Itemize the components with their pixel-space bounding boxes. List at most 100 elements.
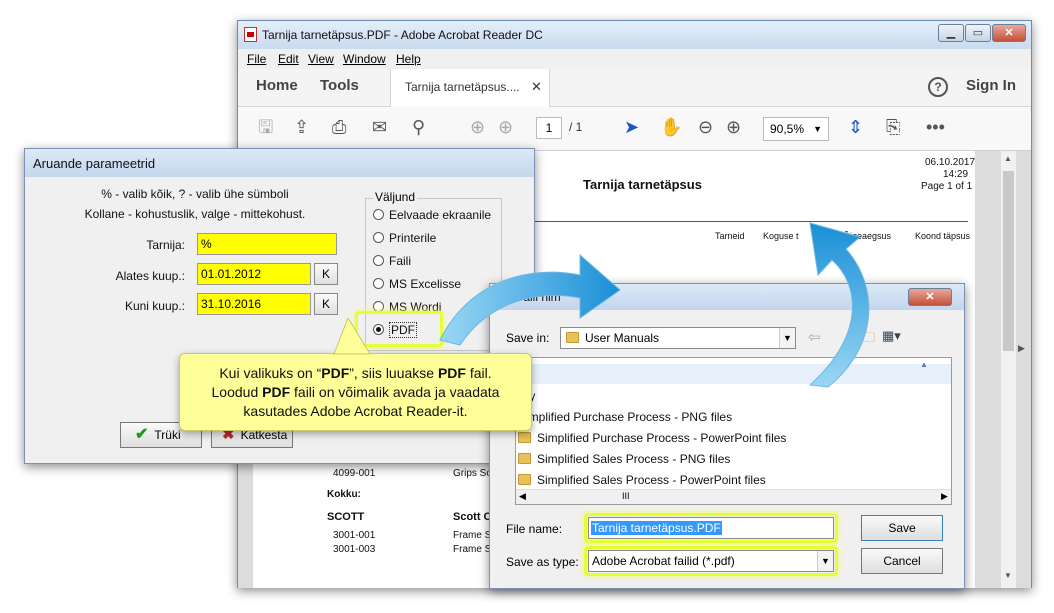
alates-input[interactable]: 01.01.2012 — [197, 263, 311, 285]
checkmark-icon: ✔ — [135, 426, 149, 443]
acrobat-titlebar[interactable]: Tarnija tarnetäpsus.PDF - Adobe Acrobat … — [238, 21, 1031, 49]
file-name-highlight — [584, 513, 838, 543]
menu-window[interactable]: Window — [343, 52, 386, 66]
maximize-button[interactable]: ▭ — [965, 24, 991, 42]
list-item[interactable]: Simplified Purchase Process - PNG files — [518, 410, 732, 424]
callout-text: faili on võimalik avada ja vaadata — [290, 384, 500, 400]
menu-help[interactable]: Help — [396, 52, 421, 66]
pdf-file-icon — [244, 27, 257, 42]
select-cursor-icon[interactable]: ➤ — [624, 117, 639, 137]
minimize-button[interactable]: ▁ — [938, 24, 964, 42]
list-item-label: Simplified Sales Process - PowerPoint fi… — [537, 473, 766, 487]
kuni-input[interactable]: 31.10.2016 — [197, 293, 311, 315]
page-number-input[interactable]: 1 — [536, 117, 562, 139]
output-group-label: Väljund — [373, 190, 418, 204]
scroll-grip[interactable]: III — [622, 491, 630, 501]
scroll-left-icon[interactable]: ◀ — [519, 491, 526, 502]
vertical-scrollbar[interactable]: ▲ ▼ — [1000, 151, 1016, 588]
close-tab-icon[interactable]: ✕ — [531, 79, 542, 95]
save-button[interactable]: Save — [861, 515, 943, 541]
kuni-calendar-button[interactable]: K — [314, 293, 338, 315]
rotate-icon[interactable]: ⎘ — [886, 117, 900, 137]
info-line-2: Kollane - kohustuslik, valge - mittekohu… — [84, 207, 306, 221]
help-icon[interactable]: ? — [928, 77, 948, 97]
list-item-label: Simplified Purchase Process - PowerPoint… — [537, 431, 787, 445]
supplier-name: Scott C — [453, 511, 492, 523]
radio-dot — [373, 209, 384, 220]
callout-bold: PDF — [321, 365, 350, 381]
callout-bold: PDF — [262, 384, 291, 400]
callout-line-3: kasutades Adobe Acrobat Reader-it. — [243, 403, 468, 419]
scroll-right-icon[interactable]: ▶ — [941, 491, 948, 502]
document-tab-label: Tarnija tarnetäpsus.... — [405, 80, 520, 94]
col-koond: Koond täpsus — [915, 231, 971, 241]
scroll-thumb[interactable] — [1003, 171, 1014, 351]
menu-file[interactable]: File — [247, 52, 266, 66]
document-tab[interactable]: Tarnija tarnetäpsus.... ✕ — [390, 69, 550, 107]
prev-page-icon[interactable]: ⊕ — [470, 117, 485, 137]
more-icon[interactable]: ••• — [926, 117, 945, 137]
sign-in-link[interactable]: Sign In — [966, 77, 1016, 94]
callout-line-1: Kui valikuks on “PDF”, siis luuakse PDF … — [180, 364, 531, 383]
menu-bar: File Edit View Window Help — [238, 49, 1031, 69]
next-page-icon[interactable]: ⊕ — [498, 117, 513, 137]
menu-edit[interactable]: Edit — [278, 52, 299, 66]
save-dialog-close-button[interactable]: ✕ — [908, 288, 952, 306]
email-icon[interactable]: ✉ — [372, 117, 387, 137]
list-item[interactable]: Simplified Purchase Process - PowerPoint… — [518, 431, 786, 445]
callout-text: Loodud — [211, 384, 263, 400]
annotation-callout: Kui valikuks on “PDF”, siis luuakse PDF … — [179, 353, 532, 431]
zoom-in-icon[interactable]: ⊕ — [726, 117, 741, 137]
horizontal-scrollbar[interactable]: ◀ III ▶ — [516, 489, 951, 504]
page-total: / 1 — [569, 120, 583, 134]
row-code: 3001-003 — [333, 544, 376, 555]
folder-icon — [518, 432, 531, 443]
row-desc: Frame S — [453, 530, 492, 541]
zoom-select[interactable]: 90,5% ▼ — [763, 117, 829, 141]
close-button[interactable]: ✕ — [992, 24, 1026, 42]
row-code: 4099-001 — [333, 468, 376, 479]
arrow-to-acrobat — [808, 222, 870, 388]
tab-tools[interactable]: Tools — [320, 77, 359, 94]
acrobat-window-title: Tarnija tarnetäpsus.PDF - Adobe Acrobat … — [262, 28, 543, 42]
menu-view[interactable]: View — [308, 52, 334, 66]
tab-home[interactable]: Home — [256, 77, 298, 94]
side-panel-toggle-icon[interactable]: ▶ — [1018, 343, 1025, 354]
save-type-label: Save as type: — [506, 555, 579, 569]
hand-tool-icon[interactable]: ✋ — [660, 117, 682, 137]
report-title: Tarnija tarnetäpsus — [583, 177, 702, 192]
fit-page-icon[interactable]: ⇕ — [848, 117, 863, 137]
scroll-down-icon[interactable]: ▼ — [1004, 571, 1012, 580]
radio-file[interactable]: Faili — [373, 254, 411, 268]
radio-dot — [373, 278, 384, 289]
tarnija-label: Tarnija: — [146, 238, 185, 252]
tarnija-input[interactable]: % — [197, 233, 337, 255]
upload-icon[interactable]: ⇪ — [294, 117, 309, 137]
callout-text: ”, siis luuakse — [349, 365, 438, 381]
list-item[interactable]: Simplified Sales Process - PNG files — [518, 452, 730, 466]
supplier-code: SCOTT — [327, 511, 365, 523]
print-button-label: Trüki — [154, 428, 181, 442]
cancel-button[interactable]: Cancel — [861, 548, 943, 574]
callout-text: Kui valikuks on “ — [219, 365, 322, 381]
arrow-to-save-dialog — [439, 253, 621, 346]
save-icon[interactable]: 🖫 — [258, 117, 273, 137]
list-item-label: Simplified Purchase Process - PNG files — [518, 410, 733, 424]
kuni-label: Kuni kuup.: — [124, 299, 185, 313]
radio-dot — [373, 232, 384, 243]
row-desc: Frame S — [453, 544, 492, 555]
search-icon[interactable]: ⚲ — [412, 117, 425, 137]
kokku-label: Kokku: — [327, 489, 361, 500]
tab-bar: Home Tools Tarnija tarnetäpsus.... ✕ ? S… — [238, 69, 1031, 107]
zoom-out-icon[interactable]: ⊖ — [698, 117, 713, 137]
alates-label: Alates kuup.: — [115, 269, 185, 283]
radio-printer[interactable]: Printerile — [373, 231, 436, 245]
list-item[interactable]: Simplified Sales Process - PowerPoint fi… — [518, 473, 766, 487]
col-tarneid: Tarneid — [715, 231, 745, 241]
save-type-highlight — [584, 546, 838, 576]
file-name-label: File name: — [506, 522, 563, 536]
report-params-titlebar[interactable]: Aruande parameetrid — [25, 149, 534, 177]
alates-calendar-button[interactable]: K — [314, 263, 338, 285]
scroll-up-icon[interactable]: ▲ — [1004, 154, 1012, 163]
print-icon[interactable]: ⎙ — [332, 117, 346, 137]
